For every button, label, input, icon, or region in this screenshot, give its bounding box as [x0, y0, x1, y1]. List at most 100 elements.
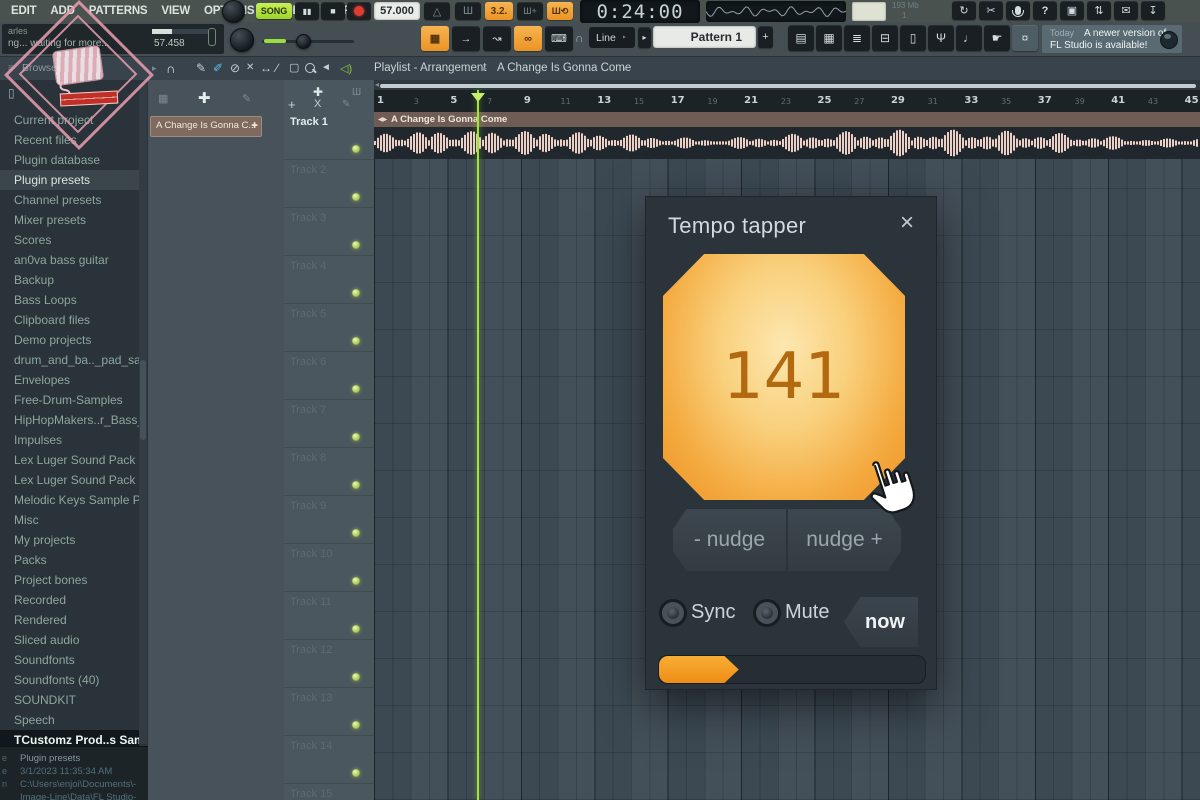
- feedback-button[interactable]: ✉: [1114, 1, 1138, 20]
- track-draw-icon[interactable]: ✎: [342, 99, 350, 110]
- track-mute-led[interactable]: [352, 289, 360, 297]
- track-mute-led[interactable]: [352, 625, 360, 633]
- menu-item-view[interactable]: VIEW: [154, 5, 197, 17]
- browser-item[interactable]: Lex Luger Sound Pack p2: [0, 470, 139, 490]
- browser-item[interactable]: Plugin database: [0, 150, 139, 170]
- main-volume-knob[interactable]: [222, 0, 245, 23]
- mute-tool-icon[interactable]: ✕: [246, 62, 254, 73]
- track-mute-led[interactable]: [352, 145, 360, 153]
- track-row[interactable]: Track 6: [284, 352, 374, 400]
- track-wait-icon[interactable]: Ш: [352, 87, 361, 98]
- close-icon[interactable]: ×: [900, 209, 914, 237]
- add-track-button[interactable]: +: [288, 97, 296, 112]
- track-row[interactable]: Track 1: [284, 112, 374, 160]
- browser-item[interactable]: HipHopMakers..r_Bass_Loops: [0, 410, 139, 430]
- follow-playback-button[interactable]: →: [452, 26, 480, 51]
- browser-item[interactable]: Soundfonts (40): [0, 670, 139, 690]
- wait-for-input-button[interactable]: Ш: [455, 2, 481, 20]
- typing-keyboard-button[interactable]: ⌨: [545, 26, 573, 51]
- track-mute-led[interactable]: [352, 241, 360, 249]
- track-mute-led[interactable]: [352, 481, 360, 489]
- browser-item[interactable]: drum_and_ba.._pad_samples: [0, 350, 139, 370]
- browser-item[interactable]: Misc: [0, 510, 139, 530]
- sync-radio[interactable]: [659, 599, 687, 627]
- undo-button[interactable]: ↻: [952, 1, 976, 20]
- help-button[interactable]: ?: [1033, 1, 1057, 20]
- stop-button[interactable]: ■: [321, 2, 345, 20]
- piano-roll-button[interactable]: ♩: [956, 25, 982, 51]
- nudge-minus-button[interactable]: - nudge: [673, 509, 786, 571]
- slip-tool-icon[interactable]: ↔: [260, 61, 272, 75]
- browser-item[interactable]: Sliced audio: [0, 630, 139, 650]
- mute-radio[interactable]: [753, 599, 781, 627]
- draw-tool-icon[interactable]: ✎: [196, 61, 206, 75]
- track-row[interactable]: Track 14: [284, 736, 374, 784]
- select-tool-icon[interactable]: ▢: [289, 61, 299, 74]
- browser-item[interactable]: Soundfonts: [0, 650, 139, 670]
- menu-item-patterns[interactable]: PATTERNS: [82, 5, 155, 17]
- browser-item[interactable]: Lex Luger Sound Pack p1: [0, 450, 139, 470]
- browser-item[interactable]: Melodic Keys Sample Pack: [0, 490, 139, 510]
- browser-scrollbar-thumb[interactable]: [140, 360, 146, 440]
- audio-clip[interactable]: ◀▶ A Change Is Gonna Come: [374, 112, 1200, 159]
- browser-window-button[interactable]: ⊟: [872, 25, 898, 51]
- countdown-display[interactable]: 3.2.: [485, 2, 513, 20]
- browser-item[interactable]: Recorded: [0, 590, 139, 610]
- browser-item[interactable]: Scores: [0, 230, 139, 250]
- track-mute-led[interactable]: [352, 673, 360, 681]
- save-button[interactable]: ▣: [1060, 1, 1084, 20]
- browser-item[interactable]: Plugin presets: [0, 170, 139, 190]
- pause-button[interactable]: ▮▮: [295, 2, 319, 20]
- zoom-tool-icon[interactable]: [305, 63, 315, 73]
- track-row[interactable]: Track 8: [284, 448, 374, 496]
- delete-track-button[interactable]: X: [314, 98, 321, 110]
- metronome-button[interactable]: △: [424, 2, 450, 20]
- browser-item[interactable]: Rendered: [0, 610, 139, 630]
- browser-item[interactable]: Backup: [0, 270, 139, 290]
- pattern-add-button[interactable]: +: [758, 26, 773, 48]
- track-row[interactable]: Track 10: [284, 544, 374, 592]
- shuffle-knob[interactable]: [230, 28, 254, 52]
- record-button[interactable]: [347, 2, 371, 20]
- track-row[interactable]: Track 12: [284, 640, 374, 688]
- track-move-icon[interactable]: ✚: [313, 85, 323, 99]
- track-row[interactable]: Track 9: [284, 496, 374, 544]
- time-display[interactable]: 0:24:00: [580, 0, 700, 23]
- project-info-button[interactable]: ▯: [900, 25, 926, 51]
- track-row[interactable]: Track 11: [284, 592, 374, 640]
- paint-tool-icon[interactable]: ✐: [213, 61, 223, 75]
- browser-scrollbar[interactable]: [139, 84, 147, 744]
- browser-item[interactable]: Mixer presets: [0, 210, 139, 230]
- track-mute-led[interactable]: [352, 577, 360, 585]
- download-button[interactable]: ↧: [1141, 1, 1165, 20]
- playback-tool-icon[interactable]: ◄: [321, 62, 331, 73]
- record-audio-button[interactable]: [1006, 1, 1030, 20]
- slice-tool-icon[interactable]: ∕: [276, 61, 278, 75]
- browser-item[interactable]: an0va bass guitar: [0, 250, 139, 270]
- breadcrumb-song-name[interactable]: A Change Is Gonna Come: [497, 62, 631, 74]
- playlist-window-button[interactable]: ▤: [788, 25, 814, 51]
- browser-item[interactable]: My projects: [0, 530, 139, 550]
- count-in-button[interactable]: Ш+: [517, 2, 543, 20]
- timeline-ruler[interactable]: 1357911131517192123252729313335373941434…: [374, 90, 1200, 114]
- track-mute-led[interactable]: [352, 529, 360, 537]
- menu-item-edit[interactable]: EDIT: [4, 5, 43, 17]
- track-mute-led[interactable]: [352, 193, 360, 201]
- shop-button[interactable]: ¤: [1012, 25, 1038, 51]
- preview-speaker-icon[interactable]: ◁): [340, 62, 352, 75]
- track-mute-led[interactable]: [352, 337, 360, 345]
- playlist-hscroll-thumb[interactable]: [380, 84, 1196, 88]
- track-row[interactable]: Track 4: [284, 256, 374, 304]
- browser-item[interactable]: Clipboard files: [0, 310, 139, 330]
- browser-item[interactable]: Packs: [0, 550, 139, 570]
- update-notification[interactable]: Today A newer version of FL Studio is av…: [1042, 25, 1182, 53]
- touch-controller-button[interactable]: ☛: [984, 25, 1010, 51]
- browser-item[interactable]: SOUNDKIT: [0, 690, 139, 710]
- playlist-magnet-icon[interactable]: ∩: [166, 61, 175, 76]
- menu-item-add[interactable]: ADD: [43, 5, 81, 17]
- margin-draw-icon[interactable]: ✎: [242, 92, 251, 105]
- link-button[interactable]: ∞: [514, 26, 542, 51]
- pattern-prev-button[interactable]: ▸: [638, 27, 651, 48]
- pattern-song-grid-button[interactable]: ▦: [421, 26, 449, 51]
- track-mute-led[interactable]: [352, 769, 360, 777]
